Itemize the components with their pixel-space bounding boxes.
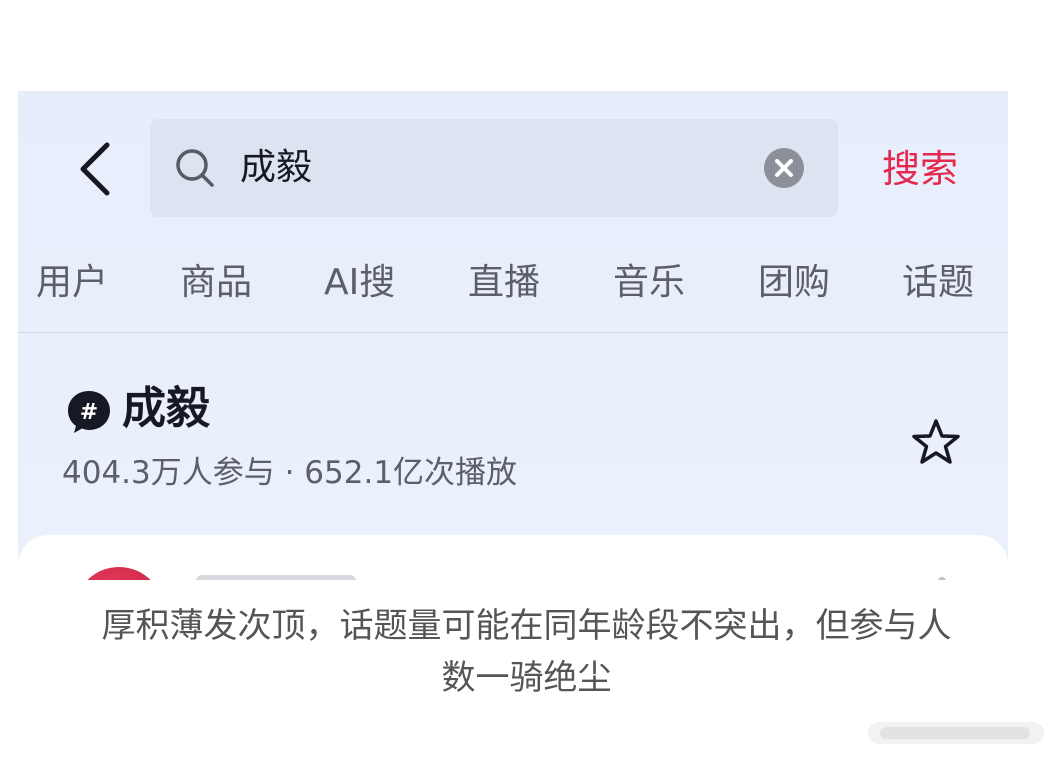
topic-title[interactable]: 成毅	[122, 379, 210, 439]
avatar[interactable]	[74, 567, 164, 580]
caption: 厚积薄发次顶，话题量可能在同年龄段不突出，但参与人 数一骑绝尘	[0, 600, 1053, 704]
tab-live[interactable]: 直播	[468, 259, 540, 307]
hashtag-icon: #	[68, 391, 110, 433]
result-card[interactable]	[18, 535, 1008, 580]
search-query-text[interactable]: 成毅	[240, 143, 312, 193]
watermark-icon	[868, 722, 1044, 744]
svg-text:#: #	[80, 400, 98, 425]
tab-group-buy[interactable]: 团购	[758, 259, 830, 307]
chevron-left-icon	[80, 142, 110, 196]
result-tabs: 用户 商品 AI搜 直播 音乐 团购 话题	[18, 241, 1008, 331]
search-icon	[176, 149, 214, 187]
back-button[interactable]	[74, 139, 114, 199]
search-input[interactable]: 成毅	[150, 119, 838, 217]
clear-icon[interactable]	[764, 148, 804, 188]
search-button[interactable]: 搜索	[882, 139, 958, 199]
caption-line-2: 数一骑绝尘	[441, 658, 612, 698]
tab-topics[interactable]: 话题	[902, 259, 974, 307]
tab-music[interactable]: 音乐	[613, 259, 685, 307]
tabs-divider	[18, 332, 1008, 333]
tab-ai-search[interactable]: AI搜	[324, 259, 395, 307]
app-screen: 成毅 搜索 用户 商品 AI搜 直播 音乐 团购 话题 # 成毅 404.3万人…	[18, 91, 1008, 580]
more-icon[interactable]	[938, 577, 946, 580]
star-icon[interactable]	[910, 417, 962, 467]
tab-products[interactable]: 商品	[180, 259, 252, 307]
topic-stats: 404.3万人参与 · 652.1亿次播放	[62, 455, 518, 491]
card-name-placeholder	[196, 575, 356, 580]
tab-users[interactable]: 用户	[36, 259, 108, 307]
caption-line-1: 厚积薄发次顶，话题量可能在同年龄段不突出，但参与人	[101, 606, 952, 646]
